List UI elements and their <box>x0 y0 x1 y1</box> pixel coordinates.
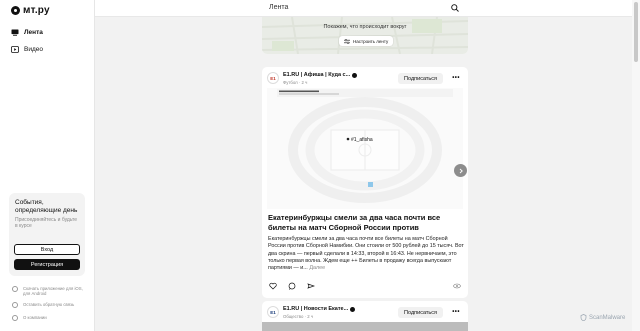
watermark-text: ScanMalware <box>589 314 626 321</box>
configure-feed-button[interactable]: Настроить ленту <box>339 36 394 46</box>
sidebar-item-label: Видео <box>24 46 43 53</box>
about-link[interactable]: О компании <box>12 315 47 321</box>
sidebar: мт.ру Лента Видео События, определяющие … <box>0 0 95 331</box>
sidebar-item-label: Лента <box>24 29 43 36</box>
shield-icon <box>580 314 587 321</box>
chevron-right-icon <box>459 168 463 173</box>
configure-feed-label: Настроить ленту <box>353 38 389 44</box>
map-caption: Покажем, что происходит вокруг <box>323 24 407 30</box>
sidebar-item-feed[interactable]: Лента <box>11 29 43 36</box>
feedback-icon <box>12 302 18 308</box>
register-button[interactable]: Регистрация <box>14 259 80 270</box>
sliders-icon <box>344 38 350 44</box>
source-avatar[interactable]: E1 <box>267 306 279 318</box>
feedback-text: Оставить обратную связь <box>23 302 75 307</box>
play-icon <box>11 46 19 53</box>
source-name[interactable]: E1.RU | Афиша | Куда с... <box>283 72 358 78</box>
site-logo[interactable]: мт.ру <box>11 5 50 16</box>
info-icon <box>12 315 18 321</box>
post-header: E1 E1.RU | Новости Екате... Общество · 2… <box>267 305 463 321</box>
source-avatar[interactable]: E1 <box>267 72 279 84</box>
subscribe-button[interactable]: Подписаться <box>398 73 443 84</box>
post-time: 2 ч <box>301 80 308 85</box>
page-title: Лента <box>269 4 289 11</box>
post-category: Футбол <box>283 80 298 85</box>
verified-icon <box>350 306 356 312</box>
subscribe-button[interactable]: Подписаться <box>398 307 443 318</box>
share-icon[interactable] <box>307 282 315 290</box>
download-app-text: Скачать приложение для iOS, для Android <box>23 286 83 296</box>
source-name-text: E1.RU | Афиша | Куда с... <box>283 72 351 78</box>
comment-icon[interactable] <box>288 282 296 290</box>
source-name[interactable]: E1.RU | Новости Екате... <box>283 306 356 312</box>
signup-promo: События, определяющие день Присоединяйте… <box>9 193 85 276</box>
post-body-text: Екатеринбуржцы смели за два часа почти в… <box>268 236 464 272</box>
post-category: Общество <box>283 314 304 319</box>
like-icon[interactable] <box>269 282 277 290</box>
stadium-screenshot: #1_afisha <box>277 89 453 203</box>
about-text: О компании <box>23 315 47 320</box>
post-title[interactable]: Екатеринбуржцы смели за два часа почти в… <box>268 213 463 233</box>
more-options-icon[interactable]: ••• <box>452 309 460 315</box>
source-name-text: E1.RU | Новости Екате... <box>283 306 349 312</box>
promo-subtitle: Присоединяйтесь и будьте в курсе <box>15 217 78 229</box>
top-header: Лента <box>95 0 640 17</box>
next-slide-button[interactable] <box>454 164 467 177</box>
post-time: 2 ч <box>307 314 314 319</box>
post-card: E1 E1.RU | Афиша | Куда с... Футбол · 2 … <box>262 67 468 298</box>
monitor-icon <box>11 29 19 36</box>
scrollbar-thumb[interactable] <box>634 2 638 62</box>
read-more-link[interactable]: Далее <box>309 265 325 271</box>
post-actions <box>268 282 462 292</box>
post-meta: Общество · 2 ч <box>283 314 314 319</box>
login-button[interactable]: Вход <box>14 244 80 255</box>
map-card: Покажем, что происходит вокруг Настроить… <box>262 17 468 54</box>
search-icon[interactable] <box>451 4 459 12</box>
watermark: ScanMalware <box>580 314 625 321</box>
post-body: Екатеринбуржцы смели за два часа почти в… <box>268 236 464 272</box>
verified-icon <box>352 72 358 78</box>
logo-text: мт.ру <box>23 5 50 16</box>
more-options-icon[interactable]: ••• <box>452 75 460 81</box>
page-scrollbar[interactable] <box>632 0 640 331</box>
post-media[interactable] <box>262 322 468 331</box>
post-meta: Футбол · 2 ч <box>283 80 308 85</box>
sidebar-item-video[interactable]: Видео <box>11 46 43 53</box>
feedback-link[interactable]: Оставить обратную связь <box>12 302 74 308</box>
views-icon <box>453 283 461 289</box>
logo-icon <box>11 6 20 15</box>
post-card: E1 E1.RU | Новости Екате... Общество · 2… <box>262 301 468 331</box>
promo-title: События, определяющие день <box>15 199 78 214</box>
post-header: E1 E1.RU | Афиша | Куда с... Футбол · 2 … <box>267 71 463 87</box>
phone-icon <box>12 286 18 292</box>
post-media[interactable]: #1_afisha <box>267 88 467 209</box>
download-app-link[interactable]: Скачать приложение для iOS, для Android <box>12 286 85 296</box>
media-tag: #1_afisha <box>351 137 373 143</box>
